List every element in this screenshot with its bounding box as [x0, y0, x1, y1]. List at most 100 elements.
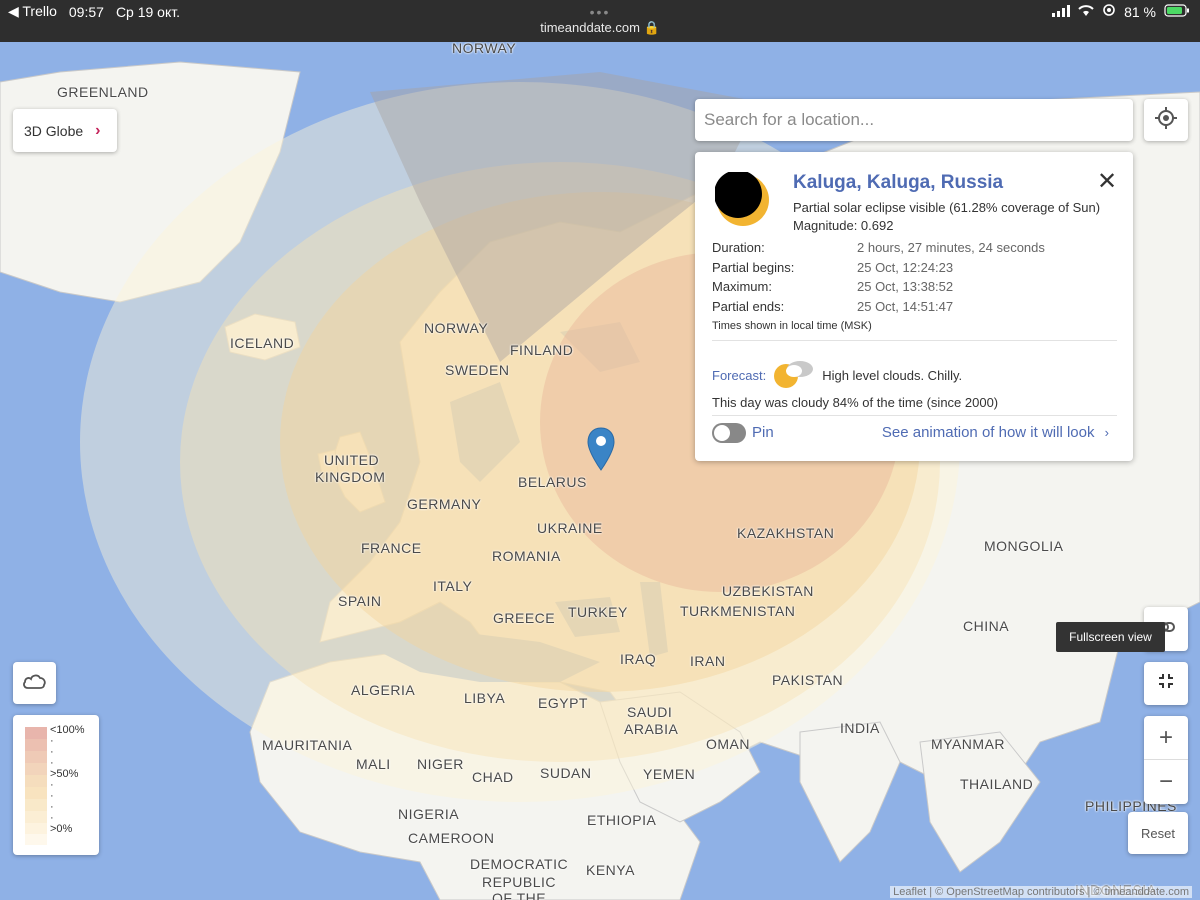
legend-label-bottom: >0% [50, 823, 73, 835]
map-label-belarus: BELARUS [518, 474, 587, 490]
pin-toggle[interactable] [712, 423, 746, 443]
map-label-spain: SPAIN [338, 593, 382, 609]
location-info-panel: Kaluga, Kaluga, Russia Partial solar ecl… [695, 152, 1133, 461]
map-label-chad: CHAD [472, 769, 514, 785]
map-label-germany: GERMANY [407, 496, 482, 512]
globe-3d-label: 3D Globe [24, 122, 84, 139]
fullscreen-button[interactable] [1144, 662, 1188, 705]
map-label-uk-line2: KINGDOM [315, 469, 386, 485]
partial-begins-value: 25 Oct, 12:24:23 [857, 260, 954, 275]
locate-me-button[interactable] [1144, 99, 1188, 141]
pin-row: Pin See animation of how it will look › [712, 423, 1117, 445]
map-label-mongolia: MONGOLIA [984, 538, 1064, 554]
legend-labels: <100% · · · >50% · · · · >0% [50, 725, 85, 835]
map-label-egypt: EGYPT [538, 695, 588, 711]
map-label-sweden: SWEDEN [445, 362, 510, 378]
map-label-oman: OMAN [706, 736, 750, 752]
legend-color-scale [25, 727, 47, 845]
map-label-finland: FINLAND [510, 342, 574, 358]
coverage-text: Partial solar eclipse visible (61.28% co… [793, 200, 1101, 215]
map-label-india: INDIA [840, 720, 880, 736]
fullscreen-tooltip: Fullscreen view [1056, 622, 1165, 652]
map-label-kenya: KENYA [586, 862, 635, 878]
location-search-input[interactable] [695, 99, 1133, 141]
legend-dot: · [50, 779, 54, 791]
wifi-icon [1078, 4, 1094, 20]
divider [712, 415, 1117, 416]
map-label-greece: GREECE [493, 610, 556, 626]
map-label-turkmenistan: TURKMENISTAN [680, 603, 796, 619]
forecast-text: High level clouds. Chilly. [822, 368, 963, 383]
zoom-in-button[interactable]: + [1144, 716, 1188, 760]
map-label-saudi-line2: ARABIA [624, 721, 679, 737]
map-label-kazakhstan: KAZAKHSTAN [737, 525, 835, 541]
map-label-greenland: GREENLAND [57, 84, 149, 100]
divider [712, 340, 1117, 341]
map-label-drc-line2: REPUBLIC [482, 874, 557, 890]
pin-label[interactable]: Pin [752, 424, 774, 441]
weather-layer-button[interactable] [13, 662, 56, 704]
map-label-iceland: ICELAND [230, 335, 295, 351]
duration-row: Duration: 2 hours, 27 minutes, 24 second… [712, 240, 1112, 255]
partial-begins-label: Partial begins: [712, 260, 795, 275]
see-animation-link[interactable]: See animation of how it will look › [882, 424, 1109, 441]
exit-fullscreen-icon [1157, 672, 1175, 695]
zoom-out-button[interactable]: − [1144, 760, 1188, 804]
partial-begins-row: Partial begins: 25 Oct, 12:24:23 [712, 260, 1112, 275]
duration-value: 2 hours, 27 minutes, 24 seconds [857, 240, 1045, 255]
legend-dot: · [50, 746, 54, 758]
map-label-saudi-line1: SAUDI [627, 704, 673, 720]
legend-label-mid: >50% [50, 768, 79, 780]
globe-3d-button[interactable]: 3D Globe › [13, 109, 117, 152]
legend-dot: · [50, 801, 54, 813]
magnitude-text: Magnitude: 0.692 [793, 218, 894, 233]
map-label-niger: NIGER [417, 756, 464, 772]
map-label-drc-line3: OF THE [492, 890, 547, 900]
map-label-china: CHINA [963, 618, 1010, 634]
url-bar[interactable]: timeanddate.com 🔒 [0, 20, 1200, 36]
map-label-mali: MALI [356, 756, 391, 772]
toggle-knob [714, 425, 730, 441]
map-label-france: FRANCE [361, 540, 422, 556]
forecast-label[interactable]: Forecast: [712, 368, 766, 383]
map-label-iran: IRAN [690, 653, 726, 669]
location-marker-icon[interactable] [586, 426, 616, 477]
forecast-row: Forecast: High level clouds. Chilly. [712, 359, 962, 392]
see-animation-label: See animation of how it will look [881, 424, 1095, 441]
map-label-yemen: YEMEN [643, 766, 696, 782]
eclipse-description: Partial solar eclipse visible (61.28% co… [793, 199, 1100, 235]
crosshair-icon [1155, 106, 1177, 134]
chevron-right-icon: › [95, 121, 101, 139]
partial-eclipse-icon [714, 170, 771, 233]
map-label-pakistan: PAKISTAN [772, 672, 844, 688]
map-label-cameroon: CAMEROON [408, 830, 495, 846]
eclipse-coverage-legend: <100% · · · >50% · · · · >0% [13, 715, 99, 855]
map-label-ukraine: UKRAINE [537, 520, 603, 536]
status-bar: ◀ Trello 09:57 Ср 19 окт. ••• timeanddat… [0, 0, 1200, 42]
map-label-turkey: TURKEY [568, 604, 628, 620]
map-attribution[interactable]: Leaflet | © OpenStreetMap contributors |… [890, 886, 1192, 898]
battery-percent: 81 % [1124, 3, 1156, 20]
map-label-myanmar: MYANMAR [931, 736, 1006, 752]
maximum-label: Maximum: [712, 279, 772, 294]
map-label-uzbekistan: UZBEKISTAN [722, 583, 814, 599]
map-label-libya: LIBYA [464, 690, 506, 706]
close-icon[interactable]: ✕ [1097, 170, 1117, 194]
cloud-icon [22, 672, 48, 695]
multitask-dots-icon[interactable]: ••• [0, 4, 1200, 20]
cloudy-stat-text: This day was cloudy 84% of the time (sin… [712, 395, 999, 410]
map-label-nigeria: NIGERIA [398, 806, 460, 822]
reset-button[interactable]: Reset [1128, 812, 1188, 854]
map-label-iraq: IRAQ [620, 651, 657, 667]
sun-cloud-icon [772, 359, 816, 392]
battery-icon [1164, 3, 1190, 20]
partial-ends-label: Partial ends: [712, 299, 785, 314]
signal-icon [1052, 4, 1071, 20]
location-title: Kaluga, Kaluga, Russia [793, 172, 1004, 193]
partial-ends-value: 25 Oct, 14:51:47 [857, 299, 954, 314]
map-label-algeria: ALGERIA [351, 682, 416, 698]
map-label-romania: ROMANIA [492, 548, 561, 564]
maximum-row: Maximum: 25 Oct, 13:38:52 [712, 279, 1112, 294]
legend-label-top: <100% [50, 724, 85, 736]
map-label-sudan: SUDAN [540, 765, 592, 781]
